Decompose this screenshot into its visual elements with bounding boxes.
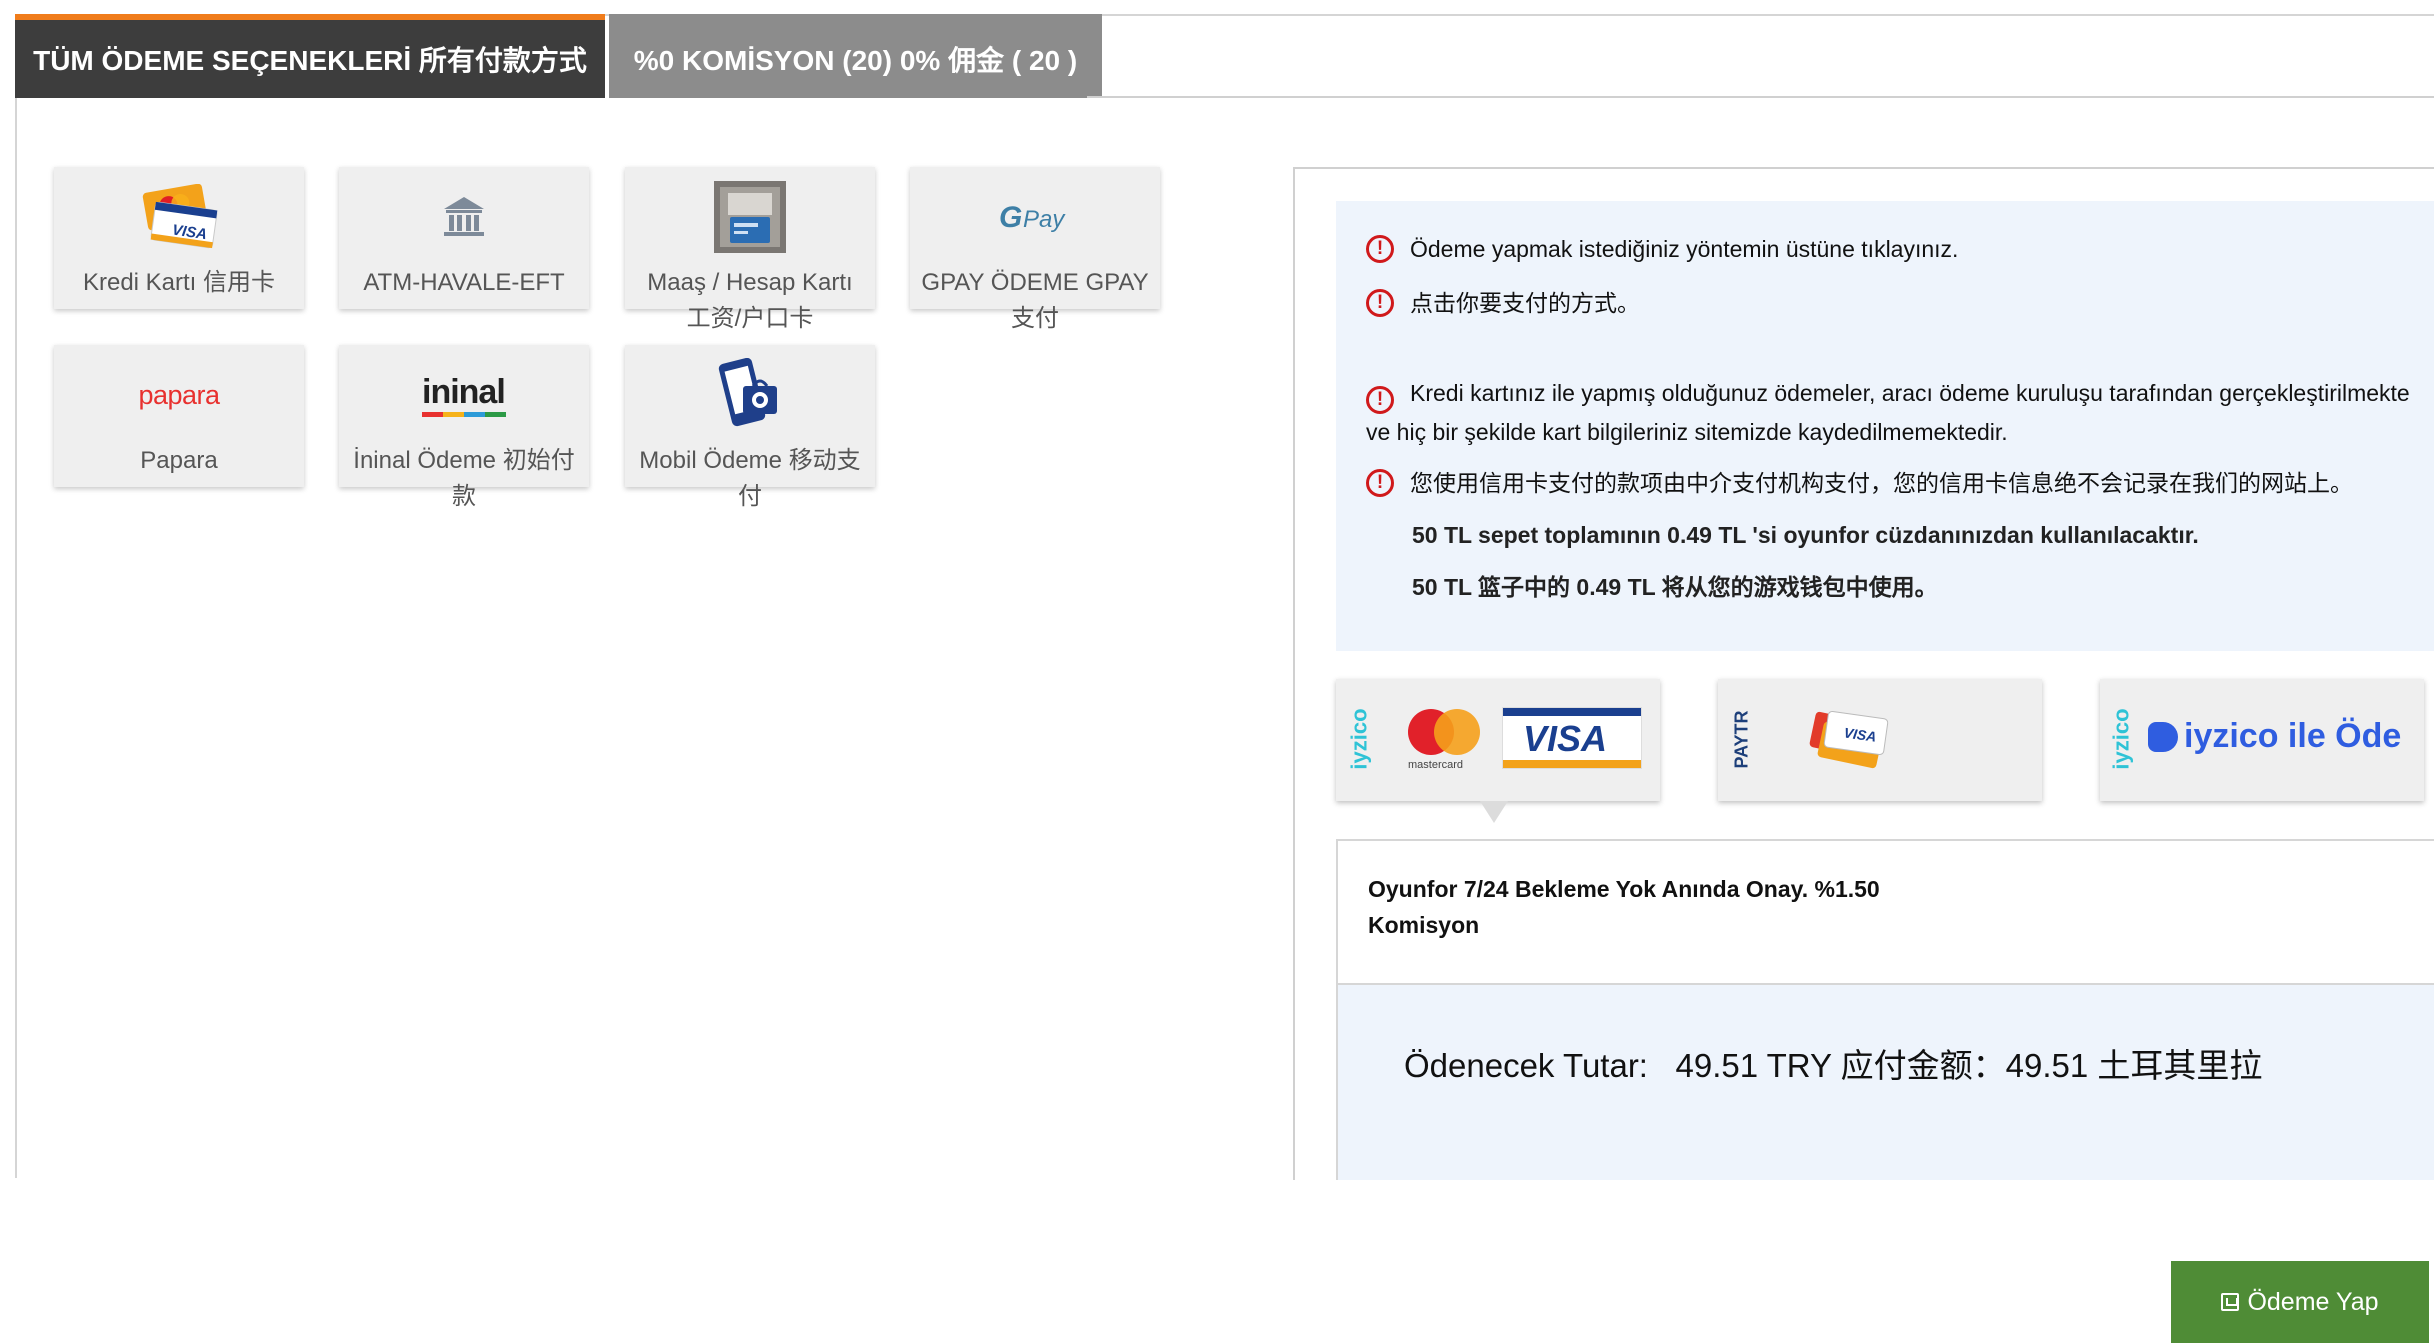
payment-panel: ! Ödeme yapmak istediğiniz yöntemin üstü… bbox=[1293, 167, 2434, 1343]
info-box: ! Ödeme yapmak istediğiniz yöntemin üstü… bbox=[1336, 201, 2434, 651]
method-label: İninal Ödeme 初始付款 bbox=[353, 447, 575, 510]
warning-icon: ! bbox=[1366, 235, 1394, 263]
atm-card-icon bbox=[625, 181, 875, 253]
warning-icon: ! bbox=[1366, 289, 1394, 317]
method-label: Mobil Ödeme 移动支付 bbox=[639, 447, 861, 510]
method-label: GPAY ÖDEME GPAY支付 bbox=[921, 269, 1149, 332]
papara-logo: papara bbox=[138, 379, 220, 410]
selected-gateway-pointer bbox=[1480, 801, 1508, 823]
wallet-note-zh: 50 TL 篮子中的 0.49 TL 将从您的游戏钱包中使用。 bbox=[1412, 574, 1938, 600]
info-line: ! Ödeme yapmak istediğiniz yöntemin üstü… bbox=[1366, 231, 1958, 267]
iyzico-logo: iyzico ile Öde bbox=[2148, 717, 2401, 756]
info-paragraph: ! Kredi kartınız ile yapmış olduğunuz öde… bbox=[1366, 380, 2410, 445]
ininal-logo: ininal bbox=[339, 359, 589, 431]
mastercard-logo: mastercard bbox=[1406, 709, 1482, 773]
amount-box: Ödenecek Tutar: 49.51 TRY 应付金额：49.51 土耳其… bbox=[1336, 983, 2434, 1343]
svg-text:Pay: Pay bbox=[1023, 206, 1066, 233]
method-label: Kredi Kartı 信用卡 bbox=[82, 269, 276, 296]
method-label: Maaş / Hesap Kartı 工资/户口卡 bbox=[647, 269, 853, 332]
method-atm-transfer[interactable]: ATM-HAVALE-EFT bbox=[339, 167, 589, 309]
wallet-note-tr: 50 TL sepet toplamının 0.49 TL 'si oyunf… bbox=[1412, 522, 2199, 548]
amount-label: Ödenecek Tutar: bbox=[1404, 1047, 1648, 1084]
gpay-icon: G Pay bbox=[910, 181, 1160, 253]
gateway-description-text: Oyunfor 7/24 Bekleme Yok Anında Onay. %1… bbox=[1368, 876, 1880, 938]
visa-logo: VISA bbox=[1502, 707, 1642, 769]
method-papara[interactable]: papara Papara bbox=[54, 345, 304, 487]
credit-card-icon: VISA bbox=[54, 181, 304, 253]
wallet-icon bbox=[2221, 1293, 2240, 1311]
amount-summary: Ödenecek Tutar: 49.51 TRY 应付金额：49.51 土耳其… bbox=[1404, 1039, 2262, 1087]
warning-icon: ! bbox=[1366, 386, 1394, 414]
info-line: ! 点击你要支付的方式。 bbox=[1366, 285, 1640, 321]
method-label: Papara bbox=[140, 447, 218, 474]
gateway-description: Oyunfor 7/24 Bekleme Yok Anında Onay. %1… bbox=[1336, 839, 2434, 985]
method-gpay[interactable]: G Pay GPAY ÖDEME GPAY支付 bbox=[910, 167, 1160, 332]
method-credit-card[interactable]: VISA Kredi Kartı 信用卡 bbox=[54, 167, 304, 309]
bank-icon bbox=[339, 181, 589, 253]
tab-zero-commission[interactable]: %0 KOMİSYON (20) 0% 佣金 ( 20 ) bbox=[609, 14, 1102, 98]
info-line: ! 您使用信用卡支付的款项由中介支付机构支付，您的信用卡信息绝不会记录在我们的网… bbox=[1366, 465, 2353, 501]
tab-all-payment-options[interactable]: TÜM ÖDEME SEÇENEKLERİ 所有付款方式 bbox=[15, 14, 605, 98]
method-salary-card[interactable]: Maaş / Hesap Kartı 工资/户口卡 bbox=[625, 167, 875, 332]
warning-icon: ! bbox=[1366, 469, 1394, 497]
svg-text:G: G bbox=[999, 201, 1022, 234]
gateway-paytr[interactable]: PAYTR VISA bbox=[1718, 679, 2042, 801]
pay-button[interactable]: Ödeme Yap bbox=[2171, 1261, 2429, 1343]
amount-value: 49.51 TRY 应付金额：49.51 土耳其里拉 bbox=[1675, 1047, 2263, 1084]
gateway-iyzico-pay[interactable]: iyzico iyzico ile Öde bbox=[2100, 679, 2424, 801]
method-ininal[interactable]: ininal İninal Ödeme 初始付款 bbox=[339, 345, 589, 510]
credit-card-icon: VISA bbox=[1806, 709, 1894, 776]
gateway-iyzico-cards[interactable]: iyzico mastercard VISA bbox=[1336, 679, 1660, 801]
method-label: ATM-HAVALE-EFT bbox=[363, 269, 565, 296]
mobile-payment-icon bbox=[625, 358, 875, 431]
method-mobile[interactable]: Mobil Ödeme 移动支付 bbox=[625, 345, 875, 510]
pay-button-label: Ödeme Yap bbox=[2247, 1287, 2379, 1316]
